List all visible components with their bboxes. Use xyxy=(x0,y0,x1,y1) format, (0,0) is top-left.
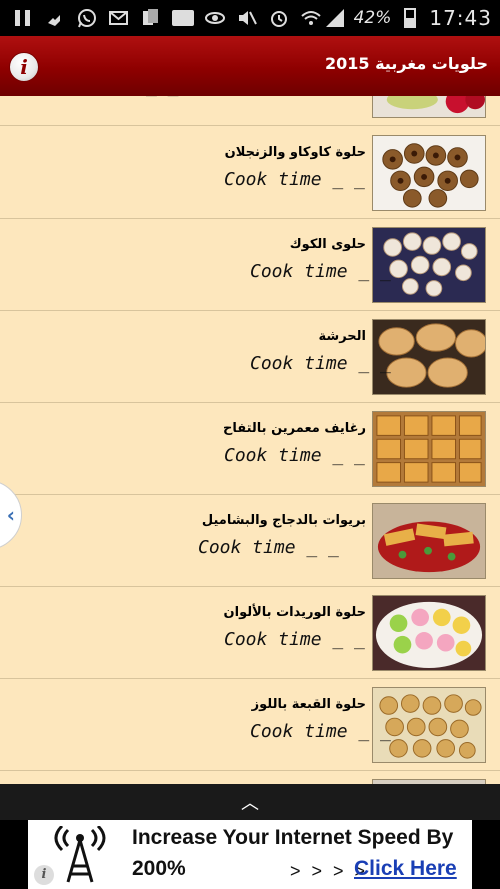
recipe-title: حلوة الوريدات بالألوان xyxy=(223,605,366,620)
strawberry-cake-image xyxy=(372,96,486,118)
list-item[interactable]: _ _ xyxy=(0,96,500,126)
briouat-chicken-image xyxy=(372,503,486,579)
app-bar: i حلويات مغربية 2015 xyxy=(0,36,500,96)
recipe-title: حلوى الكوك xyxy=(289,237,366,252)
recipe-title: حلوة القبعة باللوز xyxy=(251,697,366,712)
whatsapp-icon xyxy=(76,7,98,29)
ad-info-icon[interactable]: i xyxy=(34,865,54,885)
list-item[interactable]: بريوات بالدجاج والبشاميل Cook time _ _ xyxy=(0,495,500,587)
cook-time-label: _ _ xyxy=(146,96,179,97)
eye-icon xyxy=(204,7,226,29)
list-item[interactable]: حلوة كاوكاو والزنجلان Cook time _ _ xyxy=(0,127,500,219)
cook-time-label: Cook time _ _ xyxy=(224,629,365,650)
list-item[interactable]: حلوى الكوك Cook time _ _ xyxy=(0,219,500,311)
recipe-title: رغايف معمرين بالتفاح xyxy=(223,421,366,436)
ad-percentage: 200% xyxy=(132,857,186,880)
signal-icon xyxy=(324,7,346,29)
recipe-title: بريوات بالدجاج والبشاميل xyxy=(201,513,366,528)
cook-time-label: Cook time _ _ xyxy=(224,169,365,190)
peanut-sesame-cookies-image xyxy=(372,135,486,211)
bottom-bar[interactable]: ︿ xyxy=(0,784,500,820)
cook-time-label: Cook time _ _ xyxy=(250,261,391,282)
info-button[interactable]: i xyxy=(9,52,39,82)
ad-content[interactable]: Increase Your Internet Speed By 200% > >… xyxy=(28,820,472,889)
list-item[interactable]: حلوة الوريدات بالألوان Cook time _ _ xyxy=(0,587,500,679)
chevron-left-icon: ‹ xyxy=(6,503,15,527)
cook-time-label: Cook time _ _ xyxy=(250,353,391,374)
app-title: حلويات مغربية 2015 xyxy=(325,54,488,73)
chevron-up-icon[interactable]: ︿ xyxy=(241,789,259,815)
recipe-title: الحرشة xyxy=(318,329,366,344)
colored-flower-cookies-image xyxy=(372,595,486,671)
wifi-icon xyxy=(300,7,322,29)
clock: 17:43 xyxy=(429,6,492,30)
ad-headline: Increase Your Internet Speed By xyxy=(132,826,454,849)
list-item[interactable]: حلوة القبعة باللوز Cook time _ _ xyxy=(0,679,500,771)
cook-time-label: Cook time _ _ xyxy=(250,721,391,742)
status-bar: 42% 17:43 xyxy=(0,0,500,36)
mute-icon xyxy=(236,7,258,29)
sim-icon xyxy=(140,7,162,29)
mail-icon xyxy=(108,7,130,29)
cook-time-label: Cook time _ _ xyxy=(198,537,339,558)
cnn-icon xyxy=(172,7,194,29)
antenna-tower-icon xyxy=(54,826,106,883)
battery-icon xyxy=(399,7,421,29)
battery-level: 42% xyxy=(353,8,392,28)
ad-banner[interactable]: Increase Your Internet Speed By 200% > >… xyxy=(0,820,500,889)
stuffed-pastry-apple-image xyxy=(372,411,486,487)
cook-time-label: Cook time _ _ xyxy=(224,445,365,466)
pause-icon xyxy=(12,7,34,29)
list-item[interactable] xyxy=(0,771,500,784)
alarm-icon xyxy=(268,7,290,29)
list-item[interactable]: الحرشة Cook time _ _ xyxy=(0,311,500,403)
info-icon: i xyxy=(20,55,28,79)
recipe-list[interactable]: _ _ حلوة كاوكاو والزنجلان Cook time _ _ … xyxy=(0,96,500,784)
recipe-title: حلوة كاوكاو والزنجلان xyxy=(224,145,366,160)
ad-click-here-link[interactable]: Click Here xyxy=(354,857,457,881)
phone-icon xyxy=(44,7,66,29)
list-item[interactable]: رغايف معمرين بالتفاح Cook time _ _ xyxy=(0,403,500,495)
